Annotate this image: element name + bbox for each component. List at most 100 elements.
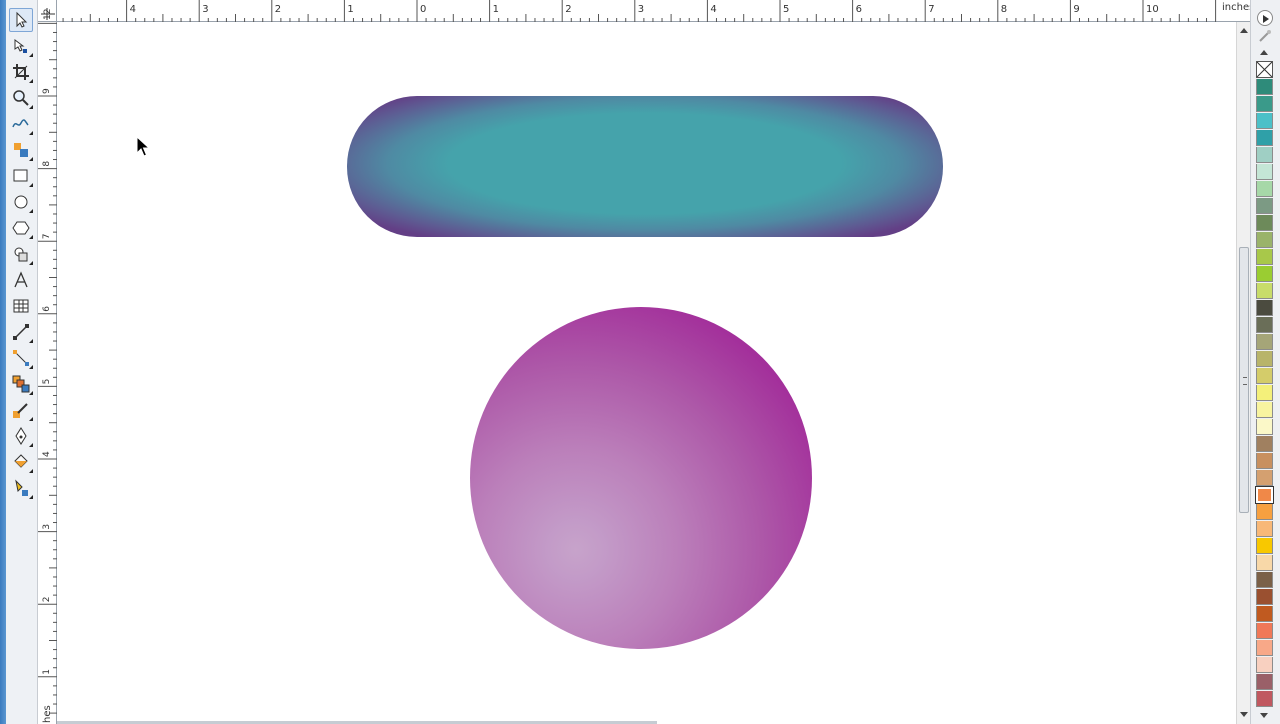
- color-swatch[interactable]: [1256, 606, 1273, 622]
- ruler-label: 7: [42, 233, 52, 239]
- color-swatch[interactable]: [1256, 470, 1273, 486]
- smart-fill-icon: [14, 143, 28, 157]
- ruler-label: 8: [42, 161, 52, 167]
- ruler-label: 6: [856, 4, 862, 15]
- color-palette: [1250, 0, 1280, 724]
- palette-options-icon[interactable]: [1257, 10, 1273, 26]
- color-swatch[interactable]: [1256, 504, 1273, 520]
- zoom-tool-button[interactable]: [9, 86, 33, 110]
- blend-icon: [12, 375, 30, 393]
- horizontal-ruler-ticks: 4 3 2 1 0 1 2 3 4 5 6 7 8 9 10: [62, 0, 1217, 22]
- ruler-label: 10: [1146, 4, 1159, 15]
- ruler-label: 2: [42, 596, 52, 602]
- rounded-capsule-shape[interactable]: [347, 96, 943, 237]
- color-swatch[interactable]: [1256, 572, 1273, 588]
- color-swatch[interactable]: [1256, 555, 1273, 571]
- color-swatch[interactable]: [1256, 300, 1273, 316]
- color-swatch[interactable]: [1256, 249, 1273, 265]
- interactive-fill-tool-button[interactable]: [9, 476, 33, 500]
- basic-shapes-tool-button[interactable]: [9, 242, 33, 266]
- color-swatch[interactable]: [1256, 351, 1273, 367]
- color-swatch[interactable]: [1256, 521, 1273, 537]
- ruler-label: 1: [347, 4, 353, 15]
- arrow-pointer-icon: [16, 11, 28, 28]
- eyedropper-tool-button[interactable]: [9, 398, 33, 422]
- ruler-origin-corner[interactable]: 12: [38, 0, 57, 22]
- palette-eyedropper-icon[interactable]: [1257, 28, 1273, 44]
- color-swatch[interactable]: [1256, 640, 1273, 656]
- color-swatch[interactable]: [1256, 215, 1273, 231]
- color-swatch[interactable]: [1256, 181, 1273, 197]
- ruler-label: 2: [275, 4, 281, 15]
- color-swatch[interactable]: [1256, 96, 1273, 112]
- drawing-canvas[interactable]: [57, 22, 1236, 722]
- color-swatch[interactable]: [1256, 436, 1273, 452]
- vertical-scroll-thumb[interactable]: [1239, 247, 1249, 513]
- color-swatch[interactable]: [1256, 164, 1273, 180]
- freehand-tool-button[interactable]: [9, 112, 33, 136]
- crop-tool-button[interactable]: [9, 60, 33, 84]
- color-swatch[interactable]: [1256, 368, 1273, 384]
- color-swatch[interactable]: [1256, 113, 1273, 129]
- scroll-up-arrow-icon[interactable]: [1240, 28, 1248, 33]
- ruler-label: 8: [1001, 4, 1007, 15]
- fill-tool-button[interactable]: [9, 450, 33, 474]
- scroll-down-arrow-icon[interactable]: [1240, 712, 1248, 717]
- vertical-ruler[interactable]: 9 8 7 6 5 4 3 2 1 hes: [38, 22, 57, 724]
- color-swatch[interactable]: [1256, 589, 1273, 605]
- ellipse-tool-button[interactable]: [9, 190, 33, 214]
- color-swatch[interactable]: [1256, 317, 1273, 333]
- color-swatch[interactable]: [1256, 691, 1273, 707]
- ruler-label: 0: [420, 4, 426, 15]
- rectangle-icon: [13, 169, 28, 182]
- text-tool-button[interactable]: [9, 268, 33, 292]
- color-swatch[interactable]: [1256, 657, 1273, 673]
- smart-fill-tool-button[interactable]: [9, 138, 33, 162]
- shape-tool-button[interactable]: [9, 34, 33, 58]
- color-swatch[interactable]: [1256, 453, 1273, 469]
- color-swatch[interactable]: [1256, 674, 1273, 690]
- connector-tool-button[interactable]: [9, 346, 33, 370]
- color-swatch[interactable]: [1256, 79, 1273, 95]
- paint-bucket-icon: [14, 454, 28, 468]
- color-swatch[interactable]: [1255, 486, 1274, 504]
- ruler-label: 3: [202, 4, 208, 15]
- color-swatch[interactable]: [1256, 334, 1273, 350]
- color-swatch[interactable]: [1256, 266, 1273, 282]
- coreldraw-window: 4 3 2 1 0 1 2 3 4 5 6 7 8 9 10 inches 987654321 hes 12: [0, 0, 1280, 724]
- blend-tool-button[interactable]: [9, 372, 33, 396]
- basic-shapes-icon: [14, 247, 28, 262]
- ruler-label: 6: [42, 306, 52, 312]
- palette-scroll-down-icon[interactable]: [1260, 713, 1268, 718]
- color-swatch[interactable]: [1256, 283, 1273, 299]
- vertical-ruler-ticks: 9 8 7 6 5 4 3 2 1: [38, 22, 57, 714]
- color-swatch[interactable]: [1256, 402, 1273, 418]
- interactive-fill-icon: [15, 479, 28, 496]
- vertical-scrollbar[interactable]: [1236, 22, 1250, 724]
- ruler-label: 4: [710, 4, 716, 15]
- rectangle-tool-button[interactable]: [9, 164, 33, 188]
- color-swatch[interactable]: [1256, 232, 1273, 248]
- horizontal-ruler[interactable]: 4 3 2 1 0 1 2 3 4 5 6 7 8 9 10 inches: [38, 0, 1254, 22]
- ruler-label: 4: [42, 451, 52, 457]
- no-color-swatch[interactable]: [1256, 61, 1273, 78]
- pen-nib-icon: [15, 427, 27, 445]
- gradient-sphere-shape[interactable]: [470, 307, 812, 649]
- color-swatch[interactable]: [1256, 385, 1273, 401]
- outline-tool-button[interactable]: [9, 424, 33, 448]
- toolbox: [6, 0, 38, 724]
- color-swatch[interactable]: [1256, 147, 1273, 163]
- polygon-tool-button[interactable]: [9, 216, 33, 240]
- text-a-icon: [14, 271, 28, 288]
- color-swatch[interactable]: [1256, 623, 1273, 639]
- color-swatch[interactable]: [1256, 419, 1273, 435]
- color-swatch[interactable]: [1256, 538, 1273, 554]
- mouse-cursor-icon: [136, 136, 151, 157]
- palette-scroll-up-icon[interactable]: [1260, 50, 1268, 55]
- ruler-label: 7: [928, 4, 934, 15]
- table-tool-button[interactable]: [9, 294, 33, 318]
- dimension-tool-button[interactable]: [9, 320, 33, 344]
- pick-tool-button[interactable]: [9, 8, 33, 32]
- color-swatch[interactable]: [1256, 198, 1273, 214]
- color-swatch[interactable]: [1256, 130, 1273, 146]
